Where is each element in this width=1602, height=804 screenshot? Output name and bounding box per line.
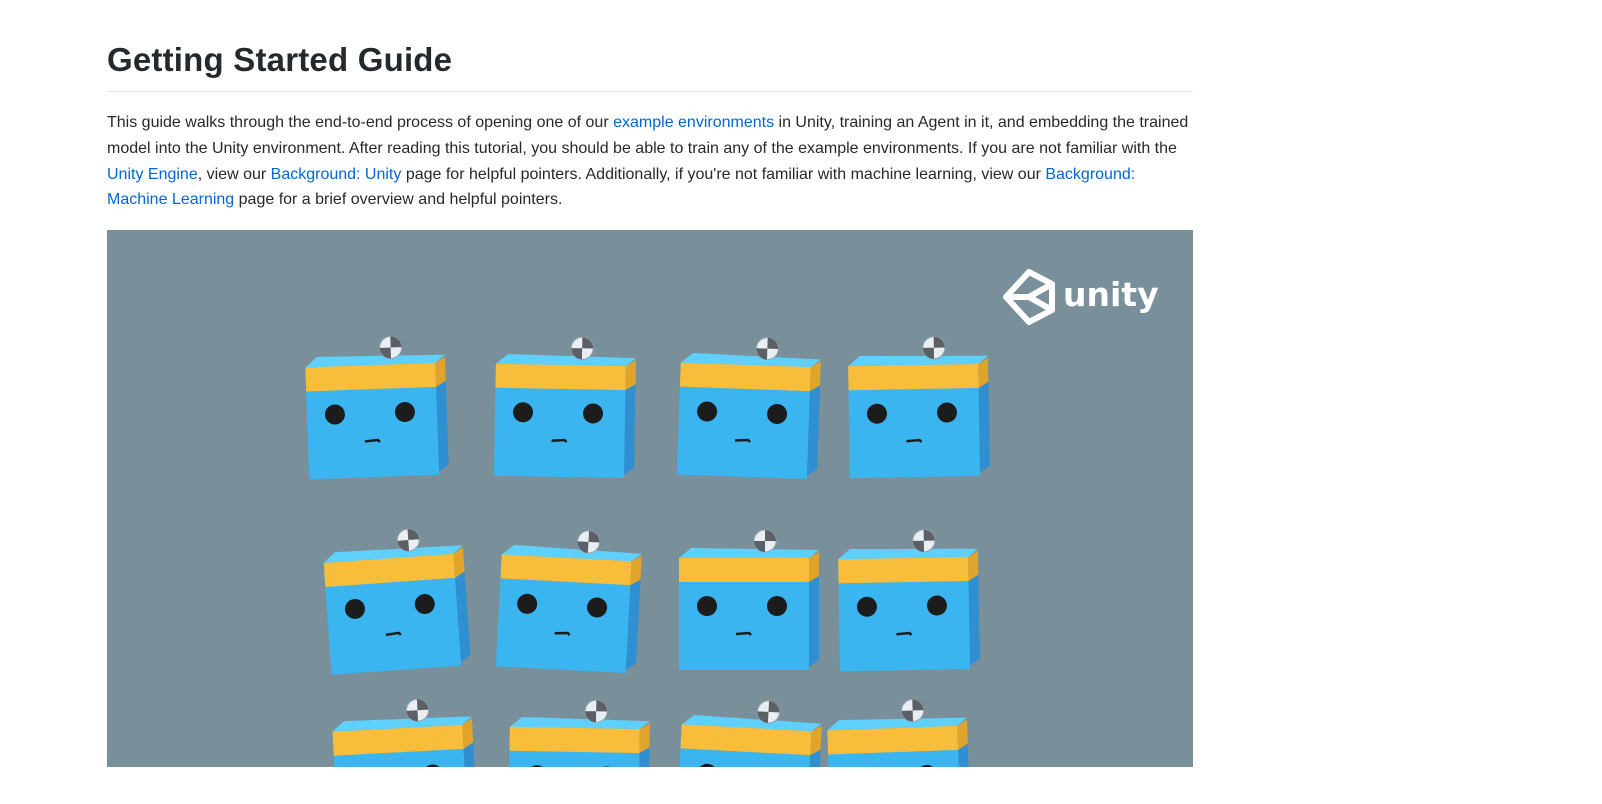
environment-screenshot: unity — [107, 230, 1193, 767]
cube-agent — [332, 698, 478, 767]
cube-agent — [838, 529, 980, 672]
intro-paragraph: This guide walks through the end-to-end … — [107, 110, 1193, 213]
intro-text-4: page for helpful pointers. Additionally,… — [401, 165, 1046, 183]
title-divider — [107, 91, 1193, 92]
cube-agent — [848, 336, 990, 479]
agents-grid — [305, 335, 990, 767]
cube-agent — [827, 698, 971, 767]
intro-text-1: This guide walks through the end-to-end … — [107, 114, 614, 131]
cube-agent — [495, 530, 642, 674]
intro-text-3: , view our — [197, 165, 271, 183]
cube-agent — [679, 529, 819, 670]
cube-agent — [676, 337, 821, 480]
unity-logo: unity — [1003, 269, 1159, 325]
cube-agent — [675, 700, 822, 767]
example-environments-link[interactable]: example environments — [613, 114, 774, 131]
background-unity-link[interactable]: Background: Unity — [271, 166, 402, 183]
unity-engine-link[interactable]: Unity Engine — [107, 166, 198, 183]
intro-text-5: page for a brief overview and helpful po… — [234, 191, 563, 209]
cube-agent — [323, 528, 471, 675]
page-title: Getting Started Guide — [107, 41, 453, 78]
cube-agent — [493, 336, 637, 479]
cube-agent — [507, 699, 651, 767]
cube-agent — [305, 335, 449, 480]
unity-logo-text: unity — [1063, 275, 1159, 314]
unity-cube-icon — [1003, 269, 1055, 325]
